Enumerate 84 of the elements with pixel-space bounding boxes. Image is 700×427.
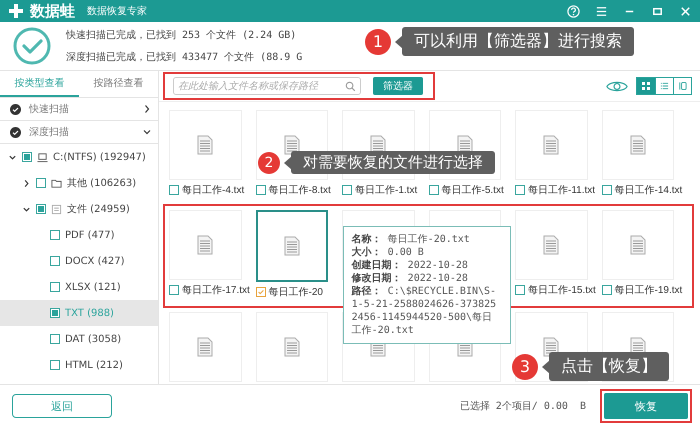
close-icon[interactable] [679,4,692,18]
tree-item[interactable]: C:(NTFS) (192947) [53,152,146,162]
help-icon[interactable] [567,4,580,18]
checkbox[interactable] [169,185,179,195]
checkbox[interactable] [50,360,60,370]
file-name: 每日工作-1.txt [355,184,418,197]
document-icon [630,235,646,255]
tree-item[interactable]: PDF (477) [65,230,115,240]
file-name: 每日工作-20 [268,286,323,299]
selection-summary: 已选择 2个项目/ 0.00 B [460,400,586,413]
file-info-line: 大小： 0.00 B [352,246,425,259]
tree-item[interactable]: 文件 (24959) [67,202,130,216]
file-name: 每日工作-19.txt [614,284,682,297]
check-circle-icon [10,126,21,138]
document-icon [284,135,300,155]
checkbox[interactable] [169,285,179,295]
tree-item[interactable]: HTML (212) [65,360,123,370]
document-icon [543,235,560,255]
checkbox[interactable] [50,230,60,240]
file-name: 每日工作-8.txt [268,184,331,197]
check-circle-icon [10,104,21,114]
scan-summary-text: 深度扫描已完成，已找到 433477 个文件 (88.9 G [66,50,302,64]
folder-icon [51,178,62,188]
checkbox[interactable] [602,285,612,295]
menu-icon[interactable] [595,4,608,18]
document-icon [51,204,62,214]
pointer-icon [395,34,402,48]
tree-item[interactable]: DAT (3058) [65,334,122,344]
grid-view-button[interactable] [637,78,655,94]
file-name: 每日工作-17.txt [182,284,250,297]
document-icon [197,235,214,255]
eye-icon[interactable] [606,80,628,92]
app-name: 数据蛙 [30,2,75,20]
document-icon [284,337,300,357]
document-icon [284,236,300,256]
document-icon [197,337,214,357]
file-name: 每日工作-5.txt [442,184,504,197]
search-icon [345,80,356,92]
checkbox[interactable] [36,204,46,214]
pointer-icon [542,360,549,374]
file-info-line: 名称： 每日工作-20.txt [352,233,471,246]
file-thumbnail[interactable] [256,210,328,282]
checkbox[interactable] [36,178,46,188]
checkbox[interactable] [515,285,525,295]
file-info-line: 创建日期： 2022-10-28 [352,259,469,272]
checkbox[interactable] [50,282,60,292]
check-circle-icon [12,26,52,66]
step-number-badge: 3 [512,354,538,380]
checkbox[interactable] [256,287,266,297]
checkbox[interactable] [256,185,266,195]
tree-item[interactable]: DOCX (427) [65,256,124,266]
step-number-badge: 2 [258,152,280,174]
document-icon [197,135,214,155]
chevron-right-icon[interactable] [22,178,31,188]
grid-icon [641,81,651,91]
file-name: 每日工作-4.txt [182,184,244,197]
plus-logo-icon [8,3,24,19]
scan-section-row[interactable]: 深度扫描 [0,121,158,144]
scan-summary-text: 快速扫描已完成，已找到 253 个文件 (2.24 GB) [66,28,298,42]
scan-section-row[interactable]: 快速扫描 [0,98,158,121]
step-number-badge: 1 [365,28,391,54]
view-tab[interactable]: 按路径查看 [79,71,158,97]
tree-item[interactable]: XLSX (121) [65,282,121,292]
list-icon [660,81,669,91]
file-info-line: 修改日期： 2022-10-28 [352,272,469,285]
checkbox[interactable] [342,185,352,195]
file-info-line: 路径： C:\$RECYCLE.BIN\S-1-5-21-2588024626-3738252456-1145944520-500\每日工作-20.txt [352,285,498,337]
checkbox[interactable] [602,185,612,195]
checkbox[interactable] [50,256,60,266]
document-icon [543,135,560,155]
detail-view-icon [678,81,687,91]
tree-item[interactable]: 其他 (106263) [67,176,136,190]
checkbox[interactable] [50,308,60,318]
file-name: 每日工作-15.txt [528,284,596,297]
pointer-icon [284,156,291,170]
computer-icon [37,152,48,162]
file-name: 每日工作-14.txt [614,184,682,197]
document-icon [630,135,646,155]
app-subtitle: 数据恢复专家 [87,4,147,18]
checkbox[interactable] [50,334,60,344]
checkbox[interactable] [22,152,32,162]
checkbox[interactable] [515,185,525,195]
checkbox[interactable] [428,185,438,195]
file-name: 每日工作-11.txt [528,184,596,197]
